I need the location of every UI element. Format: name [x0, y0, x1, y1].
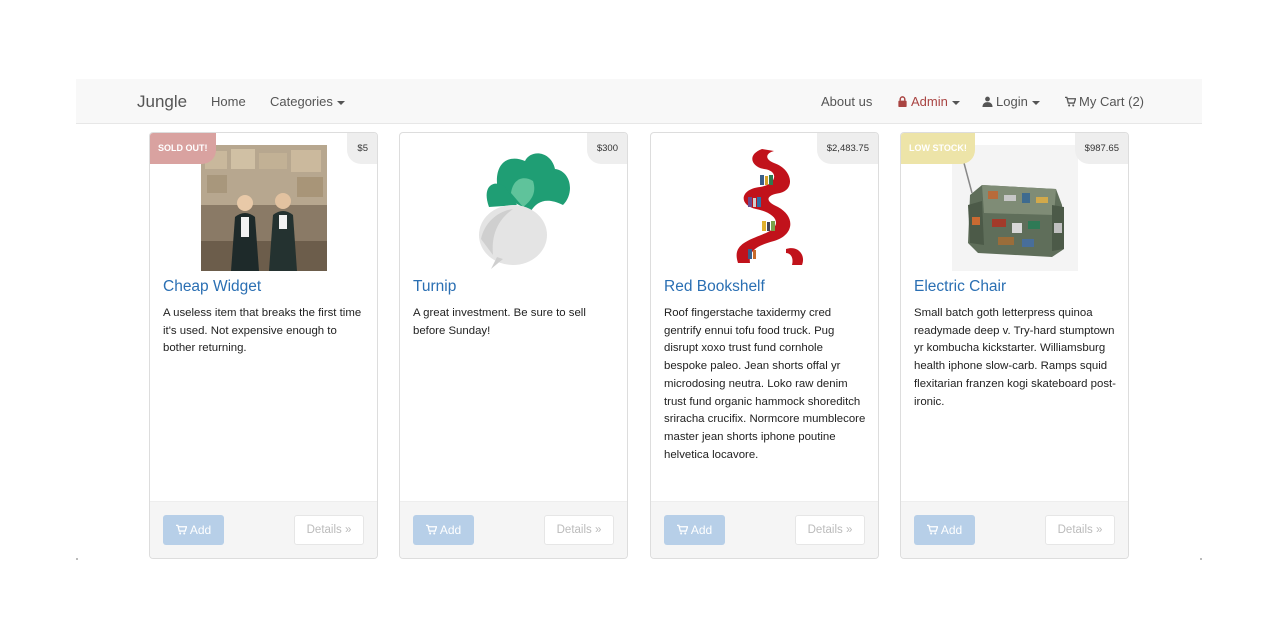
- add-to-cart-button[interactable]: Add: [163, 515, 224, 545]
- add-button-label: Add: [690, 523, 713, 537]
- product-image-red-bookshelf: [736, 149, 803, 265]
- product-title[interactable]: Cheap Widget: [163, 278, 261, 296]
- product-card: $300 Turnip A great investment. Be sure …: [399, 132, 628, 559]
- card-footer: Add Details »: [150, 501, 377, 558]
- nav-about[interactable]: About us: [821, 79, 872, 124]
- frame-edge-marker: [76, 558, 78, 560]
- cart-icon: [175, 524, 187, 535]
- price-badge: $5: [347, 133, 377, 164]
- nav-categories-dropdown[interactable]: Categories: [270, 79, 345, 124]
- details-button[interactable]: Details »: [544, 515, 614, 545]
- product-image-electric-chair: [951, 145, 1078, 271]
- product-description: A useless item that breaks the first tim…: [163, 307, 362, 355]
- details-button[interactable]: Details »: [1045, 515, 1115, 545]
- low-stock-badge: LOW STOCK!: [901, 133, 975, 164]
- product-title[interactable]: Red Bookshelf: [664, 278, 765, 296]
- nav-login-dropdown[interactable]: Login: [982, 79, 1040, 124]
- nav-login-label: Login: [996, 94, 1028, 109]
- nav-categories-label: Categories: [270, 94, 333, 109]
- product-description: Small batch goth letterpress quinoa read…: [914, 307, 1116, 408]
- product-title[interactable]: Electric Chair: [914, 278, 1006, 296]
- cart-icon: [926, 524, 938, 535]
- user-icon: [982, 96, 993, 107]
- sold-out-badge: SOLD OUT!: [150, 133, 216, 164]
- nav-admin-dropdown[interactable]: Admin: [897, 79, 960, 124]
- card-footer: Add Details »: [400, 501, 627, 558]
- add-to-cart-button[interactable]: Add: [413, 515, 474, 545]
- details-button[interactable]: Details »: [294, 515, 364, 545]
- nav-cart-label: My Cart (2): [1079, 94, 1144, 109]
- product-image-turnip: [478, 153, 570, 269]
- page-frame: Jungle Home Categories About us Admin Lo…: [76, 79, 1202, 561]
- frame-edge-marker: [1200, 558, 1202, 560]
- nav-home[interactable]: Home: [211, 79, 246, 124]
- details-button[interactable]: Details »: [795, 515, 865, 545]
- navbar: Jungle Home Categories About us Admin Lo…: [76, 79, 1202, 124]
- add-button-label: Add: [189, 523, 212, 537]
- product-title[interactable]: Turnip: [413, 278, 456, 296]
- price-badge: $987.65: [1074, 133, 1128, 164]
- chevron-down-icon: [1031, 100, 1040, 105]
- add-to-cart-button[interactable]: Add: [914, 515, 975, 545]
- card-footer: Add Details »: [901, 501, 1128, 558]
- card-footer: Add Details »: [651, 501, 878, 558]
- product-card: LOW STOCK! $987.65 Electric Chair Small …: [900, 132, 1129, 559]
- price-badge: $2,483.75: [816, 133, 878, 164]
- cart-icon: [676, 524, 688, 535]
- nav-admin-label: Admin: [911, 94, 948, 109]
- lock-icon: [898, 96, 907, 107]
- chevron-down-icon: [336, 100, 345, 105]
- product-card: SOLD OUT! $5 Cheap Widget A useless item…: [149, 132, 378, 559]
- cart-icon: [425, 524, 437, 535]
- add-to-cart-button[interactable]: Add: [664, 515, 725, 545]
- add-button-label: Add: [940, 523, 963, 537]
- product-card: $2,483.75 Red Bookshelf Roof fingerstach…: [650, 132, 879, 559]
- price-badge: $300: [586, 133, 627, 164]
- product-description: Roof fingerstache taxidermy cred gentrif…: [664, 307, 866, 461]
- product-image-cheap-widget: [200, 145, 327, 271]
- nav-cart[interactable]: My Cart (2): [1065, 79, 1144, 124]
- add-button-label: Add: [439, 523, 462, 537]
- chevron-down-icon: [951, 100, 960, 105]
- brand-link[interactable]: Jungle: [137, 79, 187, 124]
- product-description: A great investment. Be sure to sell befo…: [413, 307, 586, 337]
- cart-icon: [1065, 96, 1076, 107]
